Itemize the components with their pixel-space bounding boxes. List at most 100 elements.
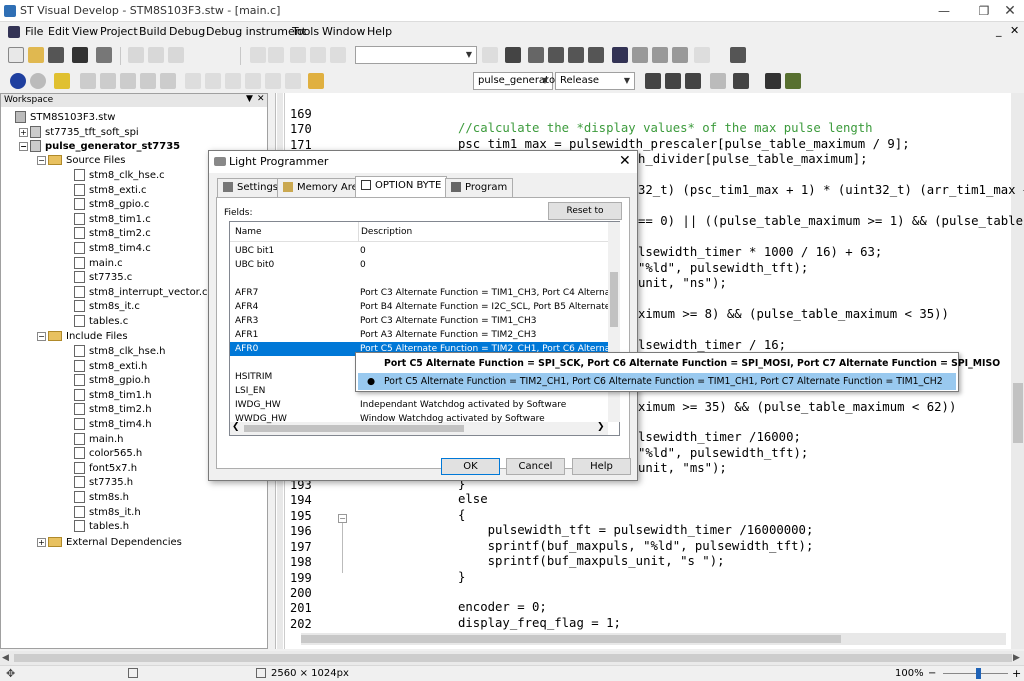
scroll-right-icon[interactable]: ▶ <box>1013 653 1020 663</box>
redo-icon[interactable] <box>268 47 284 63</box>
tree-include-file[interactable]: stm8_clk_hse.h <box>74 345 166 357</box>
grid2-icon[interactable] <box>685 73 701 89</box>
mdi-close-button[interactable]: ✕ <box>1010 24 1019 37</box>
grid-row[interactable]: AFR1 Port A3 Alternate Function = TIM2_CH… <box>230 328 608 342</box>
tree-include-file[interactable]: stm8_gpio.h <box>74 374 150 387</box>
clean-icon[interactable] <box>245 73 261 89</box>
fold-toggle-icon[interactable]: − <box>338 514 347 523</box>
tool-icon[interactable] <box>730 47 746 63</box>
debug-icon[interactable] <box>10 73 26 89</box>
tab-option-byte[interactable]: OPTION BYTE <box>355 176 448 198</box>
step-out-icon[interactable] <box>140 73 156 89</box>
expand-icon[interactable]: + <box>37 537 46 547</box>
project-combo[interactable]: pulse_generator ▼ <box>473 72 559 90</box>
zoom-slider-thumb[interactable] <box>976 668 981 679</box>
binoculars-icon[interactable] <box>505 47 521 63</box>
marker4-icon[interactable] <box>672 47 688 63</box>
find-icon[interactable] <box>482 47 498 63</box>
scroll-left-icon[interactable]: ◀ <box>2 653 9 663</box>
reset-to-default-button[interactable]: Reset to Default <box>548 202 622 232</box>
run-arrow-icon[interactable] <box>54 73 70 89</box>
tree-project-1[interactable]: + st7735_tft_soft_spi <box>19 126 139 138</box>
compile-icon[interactable] <box>185 73 201 89</box>
grid-icon[interactable] <box>665 73 681 89</box>
menu-window[interactable]: Window <box>322 25 365 38</box>
grid-row[interactable]: AFR4 Port B4 Alternate Function = I2C_SCL… <box>230 300 608 314</box>
editor-hscroll-thumb[interactable] <box>301 635 841 643</box>
find-combo[interactable]: ▼ <box>355 46 477 64</box>
afr0-dropdown-list[interactable]: Port C5 Alternate Function = SPI_SCK, Po… <box>355 352 1000 392</box>
collapse-icon[interactable]: − <box>37 331 46 341</box>
main-hscroll[interactable]: ◀ ▶ <box>0 651 1024 665</box>
menu-build[interactable]: Build <box>139 25 167 38</box>
copy2-icon[interactable] <box>310 47 326 63</box>
tree-external-folder[interactable]: + External Dependencies <box>37 537 182 548</box>
grid-row[interactable]: IWDG_HW Independant Watchdog activated by… <box>230 398 608 412</box>
tree-include-file[interactable]: stm8s_it.h <box>74 505 141 518</box>
tree-include-file[interactable]: stm8_tim4.h <box>74 418 152 430</box>
dialog-close-button[interactable]: ✕ <box>619 153 631 169</box>
tree-source-file[interactable]: stm8_tim2.c <box>74 227 151 240</box>
expand-icon[interactable]: + <box>19 127 28 137</box>
tree-include-file[interactable]: color565.h <box>74 447 142 460</box>
config-icon[interactable] <box>308 73 324 89</box>
tree-include-file[interactable]: stm8_exti.h <box>74 359 147 372</box>
cut-icon[interactable] <box>128 47 144 63</box>
tree-project-2[interactable]: − pulse_generator_st7735 <box>19 140 180 152</box>
stop-icon[interactable] <box>30 73 46 89</box>
paste2-icon[interactable] <box>330 47 346 63</box>
mdi-minimize-button[interactable]: _ <box>996 24 1002 37</box>
tree-include-file[interactable]: tables.h <box>74 520 129 533</box>
tree-source-file[interactable]: stm8_clk_hse.c <box>74 169 165 181</box>
workspace-menu-icon[interactable]: ▼ <box>246 94 253 104</box>
open-folder-icon[interactable] <box>28 47 44 63</box>
col-desc-header[interactable]: Description <box>361 227 412 237</box>
undo-icon[interactable] <box>250 47 266 63</box>
minimize-button[interactable]: — <box>930 2 958 20</box>
new-file-icon[interactable] <box>8 47 24 63</box>
tree-include-file[interactable]: stm8_tim1.h <box>74 388 152 401</box>
close-button[interactable]: ✕ <box>996 2 1024 20</box>
next-bookmark-icon[interactable] <box>568 47 584 63</box>
collapse-icon[interactable]: − <box>37 155 46 165</box>
dropdown-option[interactable]: Port C5 Alternate Function = SPI_SCK, Po… <box>358 355 1000 372</box>
tree-source-file[interactable]: stm8_tim4.c <box>74 242 151 254</box>
grid-row[interactable]: AFR7 Port C3 Alternate Function = TIM1_CH… <box>230 286 608 300</box>
grid-row[interactable]: UBC bit0 0 <box>230 258 608 272</box>
tree-source-file[interactable]: main.c <box>74 256 123 269</box>
tree-source-file[interactable]: stm8_gpio.c <box>74 198 149 211</box>
menu-project[interactable]: Project <box>100 25 138 38</box>
dropdown-option-selected[interactable]: ● Port C5 Alternate Function = TIM2_CH1, … <box>358 373 956 390</box>
option-byte-grid[interactable]: Name Description ❮ ❯ UBC bit1 0 UBC bit0 0 A… <box>229 221 620 436</box>
glasses-icon[interactable] <box>785 73 801 89</box>
workspace-close-icon[interactable]: ✕ <box>257 94 265 104</box>
menu-help[interactable]: Help <box>367 25 392 38</box>
run-to-icon[interactable] <box>160 73 176 89</box>
copy-icon[interactable] <box>148 47 164 63</box>
tree-root[interactable]: STM8S103F3.stw <box>15 111 115 123</box>
tree-source-file[interactable]: stm8_tim1.c <box>74 212 151 225</box>
col-name-header[interactable]: Name <box>235 227 262 237</box>
tree-include-file[interactable]: stm8_tim2.h <box>74 403 152 416</box>
stop-build-icon[interactable] <box>265 73 281 89</box>
clear-bookmarks-icon[interactable] <box>588 47 604 63</box>
rebuild-icon[interactable] <box>225 73 241 89</box>
menu-debug[interactable]: Debug <box>169 25 205 38</box>
build-config-combo[interactable]: Release ▼ <box>555 72 635 90</box>
main-hscroll-thumb[interactable] <box>14 654 1012 662</box>
grid-row[interactable] <box>230 272 608 286</box>
step-over-icon[interactable] <box>120 73 136 89</box>
save-all-icon[interactable] <box>48 47 64 63</box>
editor-vscroll-thumb[interactable] <box>1013 383 1023 443</box>
print-icon[interactable] <box>96 47 112 63</box>
grid-row[interactable]: UBC bit1 0 <box>230 244 608 258</box>
menu-view[interactable]: View <box>72 25 98 38</box>
marker2-icon[interactable] <box>632 47 648 63</box>
tree-include-file[interactable]: stm8s.h <box>74 491 129 503</box>
program-icon[interactable] <box>645 73 661 89</box>
grid-row[interactable]: WWDG_HW Window Watchdog activated by Soft… <box>230 412 608 426</box>
tree-source-file[interactable]: stm8_exti.c <box>74 183 147 196</box>
ok-button[interactable]: OK <box>441 458 500 475</box>
tree-source-file[interactable]: st7735.c <box>74 271 132 284</box>
tree-source-file[interactable]: stm8s_it.c <box>74 300 140 313</box>
